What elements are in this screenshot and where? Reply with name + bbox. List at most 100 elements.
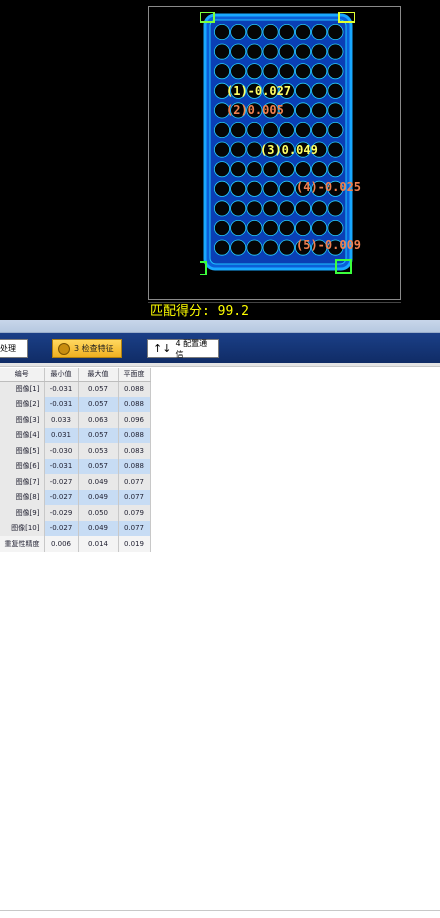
row-id: 图像[7] bbox=[0, 474, 45, 490]
table-row[interactable]: 图像[7] -0.027 0.049 0.077 bbox=[0, 474, 151, 490]
col-max-header[interactable]: 最大值 bbox=[78, 368, 119, 382]
annotation-5: (5)-0.009 bbox=[296, 238, 362, 252]
row-id: 图像[6] bbox=[0, 458, 45, 474]
coin-icon bbox=[58, 342, 70, 355]
well bbox=[311, 23, 328, 40]
table-header-row: 编号 最小值 最大值 平面度 bbox=[0, 368, 151, 382]
well bbox=[230, 200, 247, 217]
row-min: -0.031 bbox=[44, 381, 79, 397]
well bbox=[327, 200, 344, 217]
well bbox=[327, 161, 344, 178]
well bbox=[278, 23, 295, 40]
annotation-3: (3)0.049 bbox=[260, 143, 318, 157]
well bbox=[230, 219, 247, 236]
row-flatness: 0.096 bbox=[118, 412, 151, 428]
row-min: -0.029 bbox=[44, 505, 79, 521]
table-row[interactable]: 重复性精度 0.006 0.014 0.019 bbox=[0, 536, 151, 552]
row-flatness: 0.019 bbox=[118, 536, 151, 552]
row-flatness: 0.077 bbox=[118, 520, 151, 536]
table-row[interactable]: 图像[9] -0.029 0.050 0.079 bbox=[0, 505, 151, 521]
well bbox=[295, 43, 312, 60]
col-min-header[interactable]: 最小值 bbox=[44, 368, 79, 382]
well bbox=[262, 239, 279, 256]
row-max: 0.057 bbox=[78, 381, 119, 397]
well bbox=[278, 239, 295, 256]
col-id-header[interactable]: 编号 bbox=[0, 368, 45, 382]
well bbox=[230, 180, 247, 197]
well bbox=[311, 102, 328, 119]
well bbox=[213, 23, 230, 40]
well bbox=[295, 82, 312, 99]
row-id: 图像[8] bbox=[0, 489, 45, 505]
toolbar: 处理 3 检查特征 ↑↓ 4 配置通信 bbox=[0, 333, 440, 363]
row-min: -0.031 bbox=[44, 458, 79, 474]
well bbox=[246, 180, 263, 197]
well bbox=[327, 141, 344, 158]
well bbox=[246, 43, 263, 60]
well bbox=[295, 200, 312, 217]
row-max: 0.057 bbox=[78, 458, 119, 474]
table-row[interactable]: 图像[5] -0.030 0.053 0.083 bbox=[0, 443, 151, 459]
well bbox=[230, 23, 247, 40]
well bbox=[311, 200, 328, 217]
results-table: 编号 最小值 最大值 平面度 图像[1] -0.031 0.057 0.088 图像[2… bbox=[0, 368, 151, 552]
row-id: 重复性精度 bbox=[0, 536, 45, 552]
row-id: 图像[2] bbox=[0, 396, 45, 412]
table-row[interactable]: 图像[1] -0.031 0.057 0.088 bbox=[0, 381, 151, 397]
row-min: -0.027 bbox=[44, 520, 79, 536]
col-flatness-header[interactable]: 平面度 bbox=[118, 368, 151, 382]
well bbox=[327, 43, 344, 60]
row-max: 0.014 bbox=[78, 536, 119, 552]
well bbox=[295, 102, 312, 119]
row-min: 0.033 bbox=[44, 412, 79, 428]
well bbox=[213, 122, 230, 139]
well bbox=[213, 219, 230, 236]
well bbox=[278, 122, 295, 139]
process-button[interactable]: 处理 bbox=[0, 339, 28, 358]
well bbox=[327, 23, 344, 40]
table-row[interactable]: 图像[8] -0.027 0.049 0.077 bbox=[0, 489, 151, 505]
well bbox=[246, 63, 263, 80]
well bbox=[295, 219, 312, 236]
table-row[interactable]: 图像[2] -0.031 0.057 0.088 bbox=[0, 396, 151, 412]
results-table-area: 编号 最小值 最大值 平面度 图像[1] -0.031 0.057 0.088 图像[2… bbox=[0, 363, 440, 918]
well bbox=[311, 161, 328, 178]
well bbox=[311, 219, 328, 236]
well bbox=[262, 63, 279, 80]
table-row[interactable]: 图像[4] 0.031 0.057 0.088 bbox=[0, 427, 151, 443]
well bbox=[262, 180, 279, 197]
row-id: 图像[10] bbox=[0, 520, 45, 536]
row-id: 图像[9] bbox=[0, 505, 45, 521]
image-viewer: (1)-0.027 (2)0.005 (3)0.049 (4)-0.025 (5… bbox=[0, 0, 440, 320]
well bbox=[262, 43, 279, 60]
config-comm-label: 4 配置通信 bbox=[175, 338, 208, 359]
well bbox=[278, 180, 295, 197]
well bbox=[262, 161, 279, 178]
well bbox=[327, 219, 344, 236]
well bbox=[278, 43, 295, 60]
table-row[interactable]: 图像[3] 0.033 0.063 0.096 bbox=[0, 412, 151, 428]
table-row[interactable]: 图像[6] -0.031 0.057 0.088 bbox=[0, 458, 151, 474]
well bbox=[213, 43, 230, 60]
row-flatness: 0.083 bbox=[118, 443, 151, 459]
row-max: 0.053 bbox=[78, 443, 119, 459]
row-flatness: 0.088 bbox=[118, 396, 151, 412]
annotation-4: (4)-0.025 bbox=[296, 180, 362, 194]
config-comm-button[interactable]: ↑↓ 4 配置通信 bbox=[147, 338, 219, 359]
well bbox=[213, 239, 230, 256]
row-min: 0.006 bbox=[44, 536, 79, 552]
table-separator bbox=[0, 363, 440, 367]
well bbox=[327, 82, 344, 99]
table-row[interactable]: 图像[10] -0.027 0.049 0.077 bbox=[0, 520, 151, 536]
well bbox=[246, 122, 263, 139]
row-max: 0.050 bbox=[78, 505, 119, 521]
well bbox=[295, 161, 312, 178]
check-features-button[interactable]: 3 检查特征 bbox=[52, 339, 122, 358]
well bbox=[278, 219, 295, 236]
well bbox=[262, 219, 279, 236]
well bbox=[278, 200, 295, 217]
match-score: 匹配得分: 99.2 bbox=[148, 302, 401, 320]
row-max: 0.049 bbox=[78, 489, 119, 505]
well bbox=[327, 63, 344, 80]
well bbox=[327, 102, 344, 119]
